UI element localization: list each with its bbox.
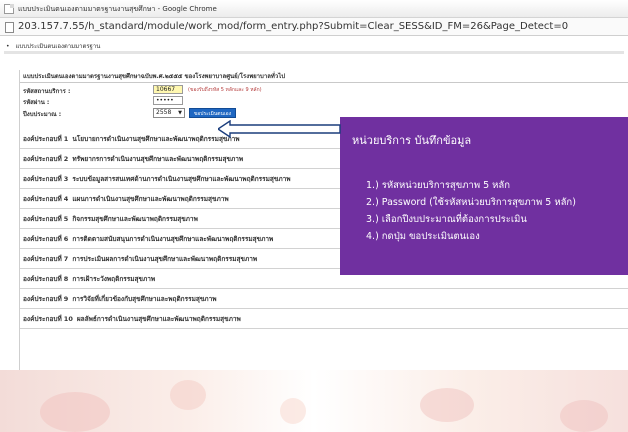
component-prefix: องค์ประกอบที่	[23, 195, 62, 203]
component-prefix: องค์ประกอบที่	[23, 235, 62, 243]
component-topic: ทรัพยากรการดำเนินงานสุขศึกษาและพัฒนาพฤติ…	[72, 155, 244, 163]
component-prefix: องค์ประกอบที่	[23, 175, 62, 183]
year-label: ปีงบประมาณ :	[23, 111, 62, 118]
instruction-callout: หน่วยบริการ บันทึกข้อมูล 1.) รหัสหน่วยบร…	[340, 117, 628, 275]
component-topic: การเฝ้าระวังพฤติกรรมสุขภาพ	[72, 275, 156, 283]
component-number: 1	[63, 135, 69, 143]
component-number: 9	[63, 295, 69, 303]
page-content: • แบบประเมินตนเองตามมาตรฐาน แบบประเมินตน…	[0, 37, 628, 370]
decorative-footer	[0, 370, 628, 432]
flower-decoration	[40, 392, 110, 432]
component-topic: กิจกรรมสุขศึกษาและพัฒนาพฤติกรรมสุขภาพ	[72, 215, 198, 223]
flower-decoration	[280, 398, 306, 424]
password-label: รหัสผ่าน :	[23, 99, 50, 106]
component-number: 2	[63, 155, 69, 163]
bullet-icon: •	[6, 43, 10, 50]
component-topic: นโยบายการดำเนินงานสุขศึกษาและพัฒนาพฤติกร…	[72, 135, 240, 143]
component-number: 7	[63, 255, 69, 263]
component-topic: การประเมินผลการดำเนินงานสุขศึกษาและพัฒนา…	[72, 255, 258, 263]
flower-decoration	[560, 400, 608, 432]
instruction-step: 3.) เลือกปีงบประมาณที่ต้องการประเมิน	[366, 214, 527, 225]
component-prefix: องค์ประกอบที่	[23, 135, 62, 143]
breadcrumb-label[interactable]: แบบประเมินตนเองตามมาตรฐาน	[15, 43, 100, 50]
url-text[interactable]: 203.157.7.55/h_standard/module/work_mod/…	[18, 21, 568, 32]
component-prefix: องค์ประกอบที่	[23, 255, 62, 263]
year-row: ปีงบประมาณ : 2558 ▼ ขอประเมินตนเอง	[20, 107, 350, 118]
component-number: 3	[63, 175, 69, 183]
chevron-down-icon: ▼	[178, 110, 182, 116]
instruction-step: 4.) กดปุ่ม ขอประเมินตนเอง	[366, 231, 480, 242]
component-topic: แผนการดำเนินงานสุขศึกษาและพัฒนาพฤติกรรมส…	[72, 195, 229, 203]
callout-title: หน่วยบริการ บันทึกข้อมูล	[352, 134, 472, 147]
list-item[interactable]: องค์ประกอบที่ 9 การวิจัยที่เกี่ยวข้องกับสุ…	[20, 290, 628, 309]
unit-code-hint: (ของรับถึงรหัส 5 หลักและ 9 หลัก)	[188, 87, 262, 93]
password-input[interactable]: •••••	[153, 96, 183, 105]
component-prefix: องค์ประกอบที่	[23, 275, 62, 283]
breadcrumb: • แบบประเมินตนเองตามมาตรฐาน	[6, 41, 100, 51]
password-row: รหัสผ่าน : •••••	[20, 95, 350, 106]
address-bar[interactable]: 203.157.7.55/h_standard/module/work_mod/…	[0, 18, 628, 36]
component-prefix: องค์ประกอบที่	[23, 215, 62, 223]
component-prefix: องค์ประกอบที่	[23, 295, 62, 303]
instruction-step: 1.) รหัสหน่วยบริการสุขภาพ 5 หลัก	[366, 180, 511, 191]
component-topic: ผลลัพธ์การดำเนินงานสุขศึกษาและพัฒนาพฤติก…	[76, 315, 241, 323]
component-prefix: องค์ประกอบที่	[23, 315, 62, 323]
arrow-left-icon	[218, 120, 341, 138]
component-number: 6	[63, 235, 69, 243]
flower-decoration	[170, 380, 206, 410]
component-number: 8	[63, 275, 69, 283]
form-title: แบบประเมินตนเองตามมาตรฐานงานสุขศึกษาฉบับ…	[20, 70, 628, 83]
unit-code-row: รหัสสถานบริการ : 10667 (ของรับถึงรหัส 5 …	[20, 84, 350, 95]
component-topic: ระบบข้อมูลสารสนเทศด้านการดำเนินงานสุขศึก…	[72, 175, 291, 183]
list-item[interactable]: องค์ประกอบที่ 10 ผลลัพธ์การดำเนินงานสุขศึก…	[20, 310, 628, 329]
year-value: 2558	[156, 109, 172, 116]
page-icon	[4, 4, 14, 14]
year-select[interactable]: 2558 ▼	[153, 108, 185, 118]
component-number: 10	[63, 315, 73, 323]
window-title: แบบประเมินตนเองตามมาตรฐานงานสุขศึกษา - G…	[18, 5, 217, 13]
component-topic: การติดตามสนับสนุนการดำเนินงานสุขศึกษาและ…	[72, 235, 274, 243]
self-evaluate-button[interactable]: ขอประเมินตนเอง	[189, 108, 236, 118]
component-number: 5	[63, 215, 69, 223]
instruction-steps: 1.) รหัสหน่วยบริการสุขภาพ 5 หลัก 2.) Pas…	[366, 177, 576, 245]
component-topic: การวิจัยที่เกี่ยวข้องกับสุขศึกษาและพฤติก…	[72, 295, 217, 303]
flower-decoration	[420, 388, 474, 422]
window-titlebar: แบบประเมินตนเองตามมาตรฐานงานสุขศึกษา - G…	[0, 0, 628, 18]
divider	[4, 51, 624, 54]
component-number: 4	[63, 195, 69, 203]
document-icon	[5, 22, 14, 33]
unit-code-input[interactable]: 10667	[153, 85, 183, 94]
instruction-step: 2.) Password (ใช้รหัสหน่วยบริการสุขภาพ 5…	[366, 197, 576, 208]
component-prefix: องค์ประกอบที่	[23, 155, 62, 163]
